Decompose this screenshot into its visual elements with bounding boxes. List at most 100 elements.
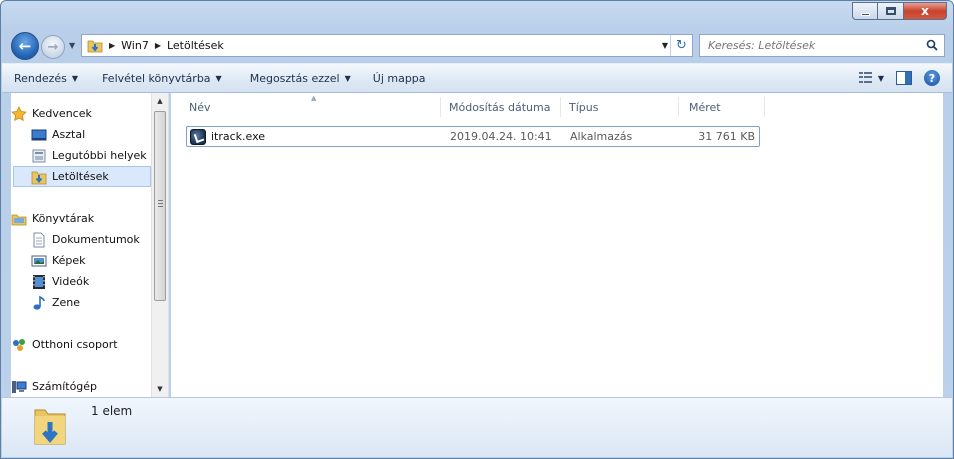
recent-places-icon bbox=[32, 149, 46, 162]
documents-icon bbox=[33, 232, 45, 247]
chevron-down-icon: ▼ bbox=[71, 73, 79, 83]
back-arrow-icon: ← bbox=[18, 37, 32, 55]
nav-item-label: Dokumentumok bbox=[52, 233, 140, 246]
change-view-button[interactable]: ▼ bbox=[858, 72, 884, 84]
close-icon: x bbox=[921, 4, 929, 18]
videos-icon bbox=[33, 274, 45, 289]
organize-button[interactable]: Rendezés ▼ bbox=[14, 72, 78, 85]
search-icon[interactable] bbox=[926, 39, 938, 51]
chevron-down-icon: ▼ bbox=[344, 73, 351, 83]
file-size: 31 761 KB bbox=[698, 130, 755, 143]
column-header-modified[interactable]: Módosítás dátuma bbox=[441, 97, 561, 117]
music-icon bbox=[33, 295, 45, 310]
help-icon[interactable]: ? bbox=[924, 70, 940, 86]
command-bar-right: ▼ ? bbox=[858, 70, 940, 86]
search-box[interactable] bbox=[699, 34, 945, 57]
nav-item-label: Legutóbbi helyek bbox=[52, 149, 147, 162]
nav-item-libraries[interactable]: Könyvtárak bbox=[11, 208, 94, 229]
nav-item-label: Képek bbox=[52, 254, 86, 267]
minimize-button[interactable] bbox=[852, 2, 878, 20]
nav-item-label: Számítógép bbox=[32, 380, 98, 393]
column-header-label: Méret bbox=[689, 100, 721, 114]
explorer-window: x ← → ▼ ▶ Win7 ▶ Letöltések ▼ ↻ Rendezé bbox=[0, 0, 954, 459]
back-button[interactable]: ← bbox=[11, 32, 39, 60]
column-header-type[interactable]: Típus bbox=[561, 97, 679, 117]
pictures-icon bbox=[31, 255, 47, 266]
nav-item-label: Zene bbox=[52, 296, 81, 309]
column-header-label: Név bbox=[189, 100, 211, 114]
nav-item-favorites[interactable]: Kedvencek bbox=[11, 103, 92, 124]
nav-item-label: Letöltések bbox=[52, 170, 109, 183]
breadcrumb-separator-icon: ▶ bbox=[154, 41, 161, 50]
file-list: Név ▲ Módosítás dátuma Típus Méret itrac… bbox=[171, 93, 943, 397]
details-pane: 1 elem bbox=[2, 397, 952, 457]
address-history-chevron-icon[interactable]: ▼ bbox=[662, 41, 668, 50]
nav-item-music[interactable]: Zene bbox=[31, 292, 80, 313]
forward-button[interactable]: → bbox=[41, 35, 65, 59]
refresh-button[interactable]: ↻ bbox=[670, 35, 692, 56]
refresh-icon: ↻ bbox=[676, 38, 687, 53]
close-button[interactable]: x bbox=[904, 2, 947, 20]
chevron-down-icon: ▼ bbox=[877, 73, 884, 83]
table-row[interactable]: itrack.exe 2019.04.24. 10:41 Alkalmazás … bbox=[186, 126, 760, 147]
new-folder-button[interactable]: Új mappa bbox=[373, 72, 426, 85]
desktop-icon bbox=[31, 129, 47, 140]
nav-item-computer[interactable]: Számítógép bbox=[11, 376, 97, 397]
nav-scrollbar[interactable]: ▲ ▼ bbox=[151, 93, 168, 397]
nav-item-label: Könyvtárak bbox=[32, 212, 95, 225]
file-name: itrack.exe bbox=[211, 130, 266, 143]
add-to-library-label: Felvétel könyvtárba bbox=[102, 71, 211, 85]
scrollbar-thumb[interactable] bbox=[154, 111, 166, 301]
address-bar[interactable]: ▶ Win7 ▶ Letöltések ▼ ↻ bbox=[81, 34, 693, 57]
nav-item-label: Videók bbox=[52, 275, 90, 288]
nav-item-label: Kedvencek bbox=[32, 107, 92, 120]
nav-item-documents[interactable]: Dokumentumok bbox=[31, 229, 140, 250]
command-bar: Rendezés ▼ Felvétel könyvtárba ▼ Megoszt… bbox=[2, 63, 952, 93]
nav-item-recent-places[interactable]: Legutóbbi helyek bbox=[31, 145, 147, 166]
add-to-library-button[interactable]: Felvétel könyvtárba ▼ bbox=[102, 72, 222, 85]
file-name-cell: itrack.exe bbox=[190, 128, 266, 145]
libraries-icon bbox=[11, 214, 27, 225]
computer-icon bbox=[12, 380, 27, 393]
caption-buttons: x bbox=[852, 2, 947, 20]
downloads-folder-large-icon bbox=[34, 409, 66, 445]
nav-item-downloads[interactable]: Letöltések bbox=[13, 166, 151, 187]
breadcrumb-separator-icon: ▶ bbox=[109, 41, 116, 50]
organize-label: Rendezés bbox=[14, 71, 67, 85]
preview-pane-icon[interactable] bbox=[896, 71, 912, 85]
view-options-icon bbox=[858, 72, 873, 84]
new-folder-label: Új mappa bbox=[372, 71, 426, 85]
search-input[interactable] bbox=[708, 39, 918, 52]
sort-ascending-icon: ▲ bbox=[311, 94, 317, 102]
nav-item-desktop[interactable]: Asztal bbox=[31, 124, 85, 145]
nav-item-videos[interactable]: Videók bbox=[31, 271, 89, 292]
recent-pages-button[interactable]: ▼ bbox=[69, 41, 75, 50]
downloads-folder-icon bbox=[87, 40, 103, 52]
navigation-pane: Kedvencek Asztal Legutóbbi helyek Letölt bbox=[11, 93, 169, 397]
column-header-label: Módosítás dátuma bbox=[449, 100, 551, 114]
downloads-folder-icon bbox=[31, 171, 47, 184]
nav-item-label: Otthoni csoport bbox=[32, 338, 118, 351]
file-type: Alkalmazás bbox=[570, 130, 633, 143]
forward-arrow-icon: → bbox=[47, 39, 59, 55]
chevron-down-icon: ▼ bbox=[215, 73, 222, 83]
breadcrumb-downloads[interactable]: Letöltések bbox=[167, 39, 224, 52]
share-with-button[interactable]: Megosztás ezzel ▼ bbox=[250, 72, 351, 85]
star-icon bbox=[11, 105, 27, 121]
scroll-down-arrow-icon[interactable]: ▼ bbox=[152, 381, 168, 397]
grip-icon bbox=[158, 200, 163, 207]
maximize-button[interactable] bbox=[878, 2, 904, 20]
minimize-icon bbox=[860, 12, 870, 16]
column-header-size[interactable]: Méret bbox=[679, 97, 765, 117]
column-header-label: Típus bbox=[569, 100, 599, 114]
maximize-icon bbox=[885, 7, 896, 15]
item-count: 1 elem bbox=[91, 404, 133, 418]
scroll-up-arrow-icon[interactable]: ▲ bbox=[152, 93, 168, 109]
file-modified: 2019.04.24. 10:41 bbox=[450, 130, 552, 143]
breadcrumb-win7[interactable]: Win7 bbox=[121, 39, 149, 52]
application-icon bbox=[190, 128, 206, 145]
share-with-label: Megosztás ezzel bbox=[249, 71, 340, 85]
nav-item-homegroup[interactable]: Otthoni csoport bbox=[11, 334, 118, 355]
nav-item-pictures[interactable]: Képek bbox=[31, 250, 86, 271]
column-header-name[interactable]: Név ▲ bbox=[171, 94, 441, 117]
